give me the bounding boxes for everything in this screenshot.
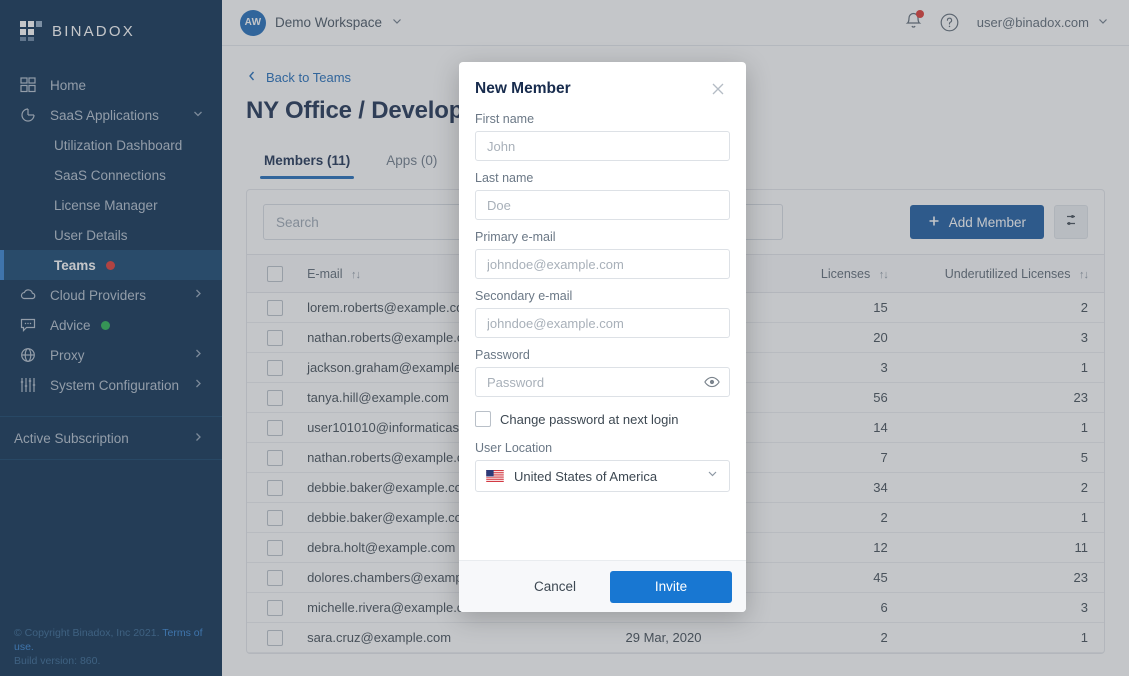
password-input[interactable] [475, 367, 730, 397]
modal-footer: Cancel Invite [459, 560, 746, 612]
change-password-label: Change password at next login [500, 411, 679, 427]
password-label: Password [475, 348, 530, 362]
first-name-label: First name [475, 112, 535, 126]
primary-email-label: Primary e-mail [475, 230, 556, 244]
modal-header: New Member [459, 62, 746, 104]
user-location-select[interactable]: United States of America [475, 460, 730, 492]
modal-title: New Member [475, 80, 571, 97]
change-password-row[interactable]: Change password at next login [475, 411, 730, 427]
modal-body: First name Last name Primary e-mail Seco… [459, 104, 746, 560]
primary-email-input[interactable] [475, 249, 730, 279]
chevron-down-icon [706, 467, 719, 485]
secondary-email-label: Secondary e-mail [475, 289, 573, 303]
secondary-email-input[interactable] [475, 308, 730, 338]
change-password-checkbox[interactable] [475, 411, 491, 427]
us-flag-icon [486, 470, 504, 482]
user-location-label: User Location [475, 441, 553, 455]
invite-button[interactable]: Invite [610, 570, 732, 603]
last-name-label: Last name [475, 171, 534, 185]
first-name-input[interactable] [475, 131, 730, 161]
close-icon[interactable] [710, 81, 726, 97]
eye-icon[interactable] [704, 376, 720, 388]
last-name-input[interactable] [475, 190, 730, 220]
cancel-button[interactable]: Cancel [512, 571, 598, 602]
user-location-value: United States of America [514, 468, 658, 484]
app-root: BINADOX Home SaaS Applications Utilizati… [0, 0, 1129, 676]
password-field-wrapper [475, 367, 730, 397]
new-member-modal: New Member First name Last name Primary … [459, 62, 746, 612]
